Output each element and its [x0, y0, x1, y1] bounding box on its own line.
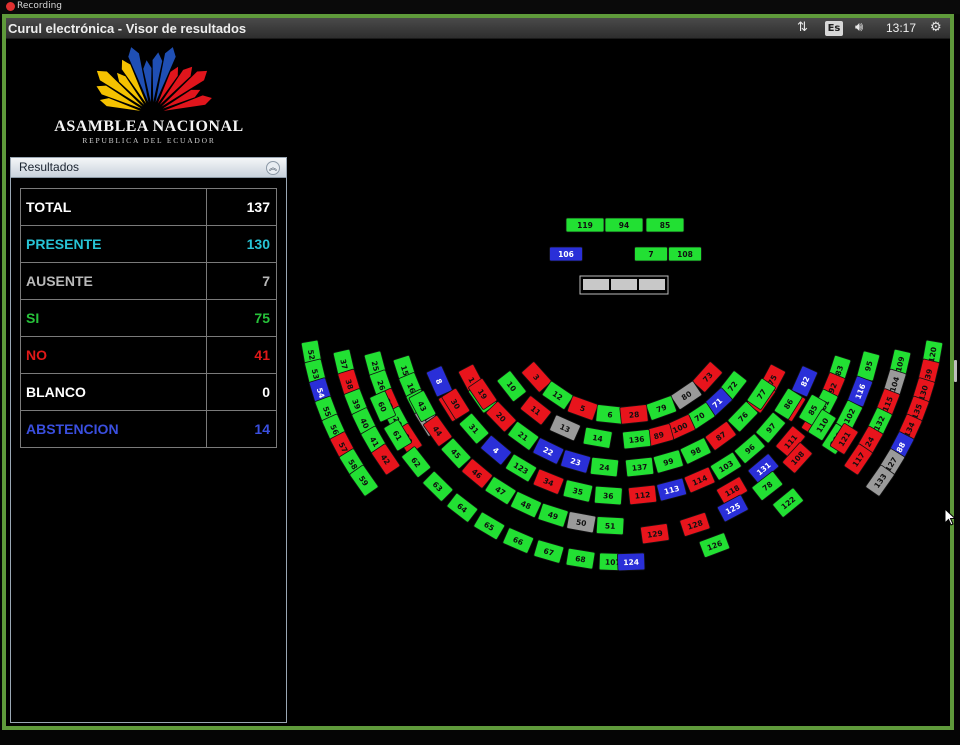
results-table: TOTAL 137 PRESENTE 130 AUSENTE 7 SI 75 NO 41 BLANC… [20, 188, 277, 448]
volume-icon[interactable]: 🔊︎ [855, 20, 863, 36]
language-indicator[interactable]: Es [825, 21, 843, 36]
mouse-cursor-icon [944, 508, 956, 526]
result-value: 7 [206, 262, 277, 300]
result-value: 137 [206, 188, 277, 226]
asamblea-logo: ASAMBLEA NACIONAL REPUBLICA DEL ECUADOR [54, 44, 244, 145]
logo-subtitle: REPUBLICA DEL ECUADOR [82, 136, 216, 145]
logo-ray [143, 60, 152, 103]
result-label: SI [20, 299, 207, 337]
results-panel: Resultados ︽ TOTAL 137 PRESENTE 130 AUSENTE 7… [10, 157, 287, 723]
recording-label: Recording [17, 1, 63, 11]
results-row: BLANCO 0 [20, 373, 277, 411]
results-header[interactable]: Resultados ︽ [11, 158, 286, 178]
result-label: TOTAL [20, 188, 207, 226]
app-window: Curul electrónica - Visor de resultados … [2, 14, 954, 730]
scrollbar-handle[interactable] [954, 360, 957, 382]
result-label: AUSENTE [20, 262, 207, 300]
results-row: AUSENTE 7 [20, 262, 277, 300]
result-value: 130 [206, 225, 277, 263]
results-row: TOTAL 137 [20, 188, 277, 226]
result-label: NO [20, 336, 207, 374]
result-label: PRESENTE [20, 225, 207, 263]
result-value: 14 [206, 410, 277, 448]
results-row: NO 41 [20, 336, 277, 374]
results-row: ABSTENCION 14 [20, 410, 277, 448]
window-title: Curul electrónica - Visor de resultados [8, 21, 247, 36]
result-value: 0 [206, 373, 277, 411]
collapse-icon[interactable]: ︽ [266, 161, 280, 175]
result-label: ABSTENCION [20, 410, 207, 448]
rays-emblem-icon [96, 47, 212, 111]
result-value: 75 [206, 299, 277, 337]
title-bar: Curul electrónica - Visor de resultados … [6, 18, 950, 39]
results-row: SI 75 [20, 299, 277, 337]
logo-title: ASAMBLEA NACIONAL [54, 118, 244, 135]
clock[interactable]: 13:17 [886, 21, 916, 35]
result-value: 41 [206, 336, 277, 374]
gear-icon[interactable]: ⚙ [930, 20, 942, 36]
record-icon [6, 2, 15, 11]
recording-indicator: Recording [0, 0, 960, 14]
results-title: Resultados [19, 160, 80, 174]
results-row: PRESENTE 130 [20, 225, 277, 263]
result-label: BLANCO [20, 373, 207, 411]
network-arrows-icon[interactable]: ⇅ [797, 20, 808, 36]
